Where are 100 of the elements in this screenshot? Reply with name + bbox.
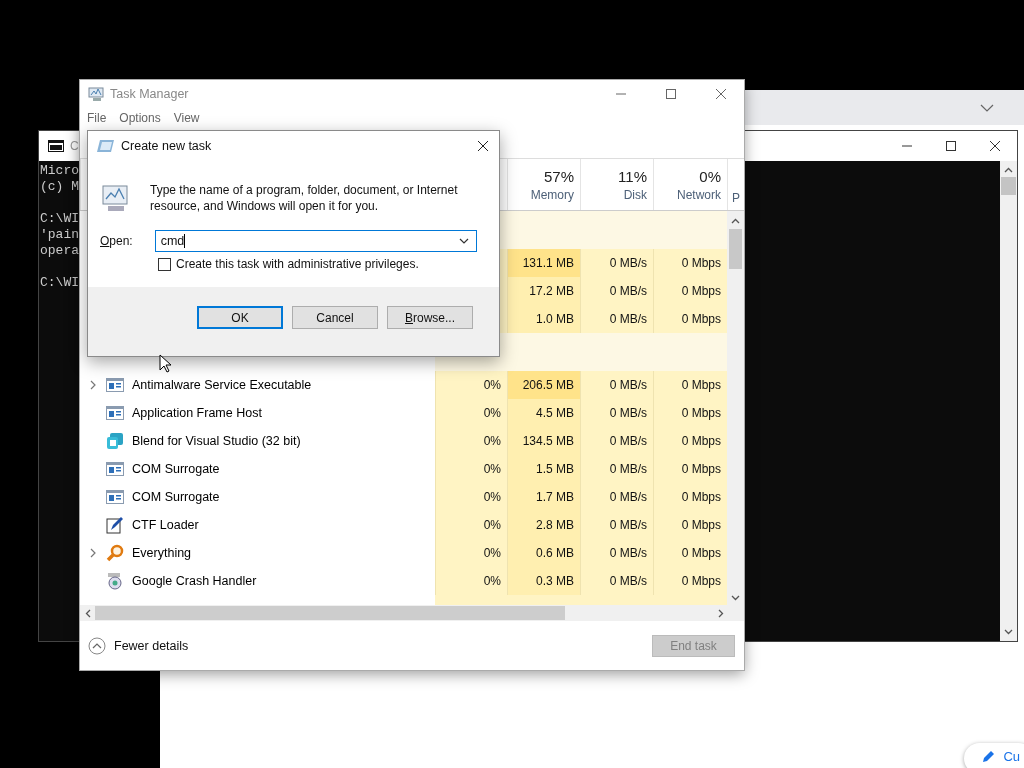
dialog-title: Create new task: [121, 138, 212, 153]
table-cell: 0 Mbps: [653, 539, 727, 567]
table-cell: 0 MB/s: [580, 399, 653, 427]
process-name: Google Crash Handler: [132, 574, 257, 588]
column-header[interactable]: P: [732, 191, 740, 205]
scrollbar-thumb[interactable]: [1001, 177, 1016, 195]
window-icon: [106, 378, 124, 392]
window-icon: [106, 462, 124, 476]
checkbox[interactable]: [158, 257, 171, 271]
dialog-button[interactable]: Cancel: [292, 306, 378, 329]
chevron-up-icon[interactable]: [731, 218, 740, 224]
table-cell: 0%: [435, 371, 507, 399]
console-icon: [48, 140, 64, 152]
table-cell: 0.3 MB: [507, 567, 580, 595]
table-cell: 0 MB/s: [580, 371, 653, 399]
table-cell: 0%: [435, 455, 507, 483]
edit-button[interactable]: Cu: [964, 743, 1024, 768]
dialog-button[interactable]: OK: [197, 306, 283, 329]
table-cell: 0 MB/s: [580, 249, 653, 277]
expand-icon[interactable]: [90, 548, 96, 558]
expand-icon[interactable]: [90, 380, 96, 390]
column-header[interactable]: Memory: [530, 187, 574, 202]
console-line: 'pain: [40, 227, 79, 243]
maximize-icon[interactable]: [665, 88, 677, 100]
window-title: C: [70, 139, 79, 153]
table-cell: 1.7 MB: [507, 483, 580, 511]
console-line: (c) M: [40, 179, 79, 195]
scrollbar[interactable]: [727, 211, 744, 605]
table-cell: 17.2 MB: [507, 277, 580, 305]
monitor-icon: [88, 86, 106, 102]
column-header[interactable]: Disk: [623, 187, 647, 202]
fewer-details-button[interactable]: Fewer details: [88, 636, 189, 655]
table-cell: 1.0 MB: [507, 305, 580, 333]
table-cell: 0 MB/s: [580, 511, 653, 539]
process-name: Antimalware Service Executable: [132, 378, 312, 392]
table-cell: 0%: [435, 539, 507, 567]
table-cell: 0 MB/s: [580, 483, 653, 511]
process-name: COM Surrogate: [132, 462, 220, 476]
table-cell: 131.1 MB: [507, 249, 580, 277]
dialog-message: Type the name of a program, folder, document, or Internet resource, and Windows will open it for you.: [150, 182, 459, 214]
window-icon: [106, 490, 124, 504]
table-cell: 0 MB/s: [580, 305, 653, 333]
table-cell: 0 Mbps: [653, 399, 727, 427]
magnifier-icon: [106, 544, 124, 562]
scrollbar[interactable]: [1000, 161, 1017, 641]
pencil-icon: [982, 750, 996, 763]
scrollbar-thumb[interactable]: [729, 229, 742, 269]
table-cell: 0 Mbps: [653, 305, 727, 333]
process-name: Blend for Visual Studio (32 bit): [132, 434, 301, 448]
console-line: C:\WI: [40, 211, 79, 227]
table-cell: 0 Mbps: [653, 427, 727, 455]
process-name: Application Frame Host: [132, 406, 262, 420]
table-cell: 2.8 MB: [507, 511, 580, 539]
table-cell: 0 Mbps: [653, 277, 727, 305]
pen-icon: [106, 516, 124, 534]
chevron-up-icon[interactable]: [1004, 167, 1013, 173]
chevron-down-icon[interactable]: [731, 595, 740, 601]
menu-item[interactable]: File: [87, 111, 107, 125]
column-header[interactable]: Network: [677, 187, 721, 202]
table-cell: 206.5 MB: [507, 371, 580, 399]
window-title: Task Manager: [110, 87, 189, 101]
table-cell: 1.5 MB: [507, 455, 580, 483]
window-icon: [106, 406, 124, 420]
field-label: Open:: [100, 234, 133, 248]
chevron-down-icon[interactable]: [1004, 629, 1013, 635]
table-cell: 0 Mbps: [653, 511, 727, 539]
scrollbar[interactable]: [80, 605, 744, 621]
process-name: COM Surrogate: [132, 490, 220, 504]
table-cell: 134.5 MB: [507, 427, 580, 455]
table-cell: 0.6 MB: [507, 539, 580, 567]
table-cell: 0 MB/s: [580, 567, 653, 595]
table-cell: 0%: [435, 483, 507, 511]
table-cell: 0%: [435, 567, 507, 595]
menu-item[interactable]: Options: [119, 111, 161, 125]
console-line: opera: [40, 243, 79, 259]
column-percent: 57%: [543, 167, 574, 185]
open-field[interactable]: cmd: [154, 230, 477, 252]
dialog-button[interactable]: Browse...: [387, 306, 473, 329]
chevron-right-icon[interactable]: [718, 608, 724, 618]
column-percent: 11%: [618, 167, 647, 185]
maximize-icon[interactable]: [945, 140, 957, 152]
scrollbar-thumb[interactable]: [95, 606, 565, 620]
table-cell: 0 Mbps: [653, 567, 727, 595]
table-cell: 0 MB/s: [580, 427, 653, 455]
close-icon[interactable]: [477, 139, 489, 152]
console-line: C:\WI: [40, 275, 79, 291]
table-cell: 0 Mbps: [653, 455, 727, 483]
menu-item[interactable]: View: [173, 111, 200, 125]
chevron-down-icon[interactable]: [458, 238, 469, 244]
process-name: CTF Loader: [132, 518, 199, 532]
table-cell: 0 MB/s: [580, 455, 653, 483]
table-cell: 0 Mbps: [653, 371, 727, 399]
table-cell: 0 MB/s: [580, 539, 653, 567]
app-icon: [106, 432, 124, 450]
close-icon[interactable]: [989, 140, 1001, 152]
disc-icon: [106, 572, 124, 590]
table-cell: 0%: [435, 399, 507, 427]
table-cell: 0 Mbps: [653, 249, 727, 277]
console-line: Micro: [40, 163, 79, 179]
chevron-left-icon[interactable]: [85, 608, 91, 618]
